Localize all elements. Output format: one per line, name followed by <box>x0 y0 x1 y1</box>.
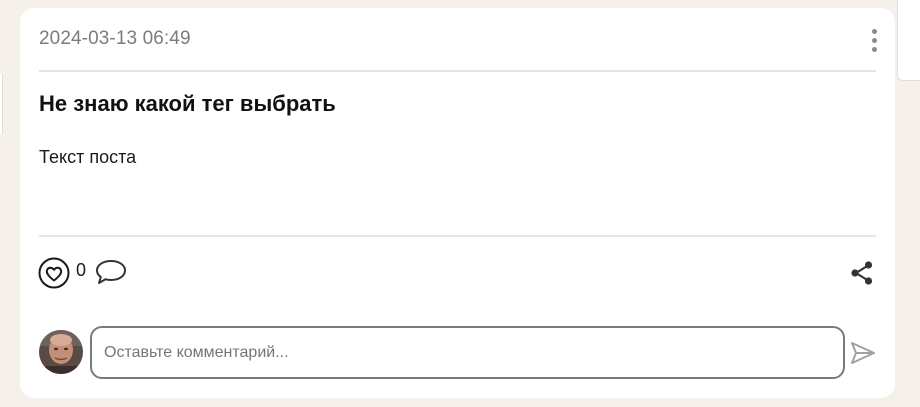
comment-input[interactable] <box>90 326 845 379</box>
neighbor-card-edge-left <box>0 74 3 134</box>
send-icon <box>851 342 875 364</box>
post-title: Не знаю какой тег выбрать <box>39 91 336 116</box>
share-icon <box>851 261 873 285</box>
header-divider <box>39 70 876 72</box>
post-body: Текст поста <box>39 147 137 167</box>
post-card: 2024-03-13 06:49 Не знаю какой тег выбра… <box>20 8 895 398</box>
avatar <box>39 330 83 374</box>
heart-icon <box>38 257 70 289</box>
post-date: 2024-03-13 06:49 <box>39 28 191 49</box>
post-menu-button[interactable] <box>863 26 885 54</box>
send-button[interactable] <box>849 340 877 366</box>
more-vertical-icon <box>871 28 877 34</box>
neighbor-card-edge-right <box>897 0 920 81</box>
like-count: 0 <box>76 260 87 280</box>
share-button[interactable] <box>849 260 875 286</box>
like-button[interactable] <box>38 257 70 289</box>
footer-divider <box>39 235 876 237</box>
comment-button[interactable] <box>95 258 127 286</box>
user-avatar-image <box>39 330 83 374</box>
comment-bubble-icon <box>96 260 126 284</box>
